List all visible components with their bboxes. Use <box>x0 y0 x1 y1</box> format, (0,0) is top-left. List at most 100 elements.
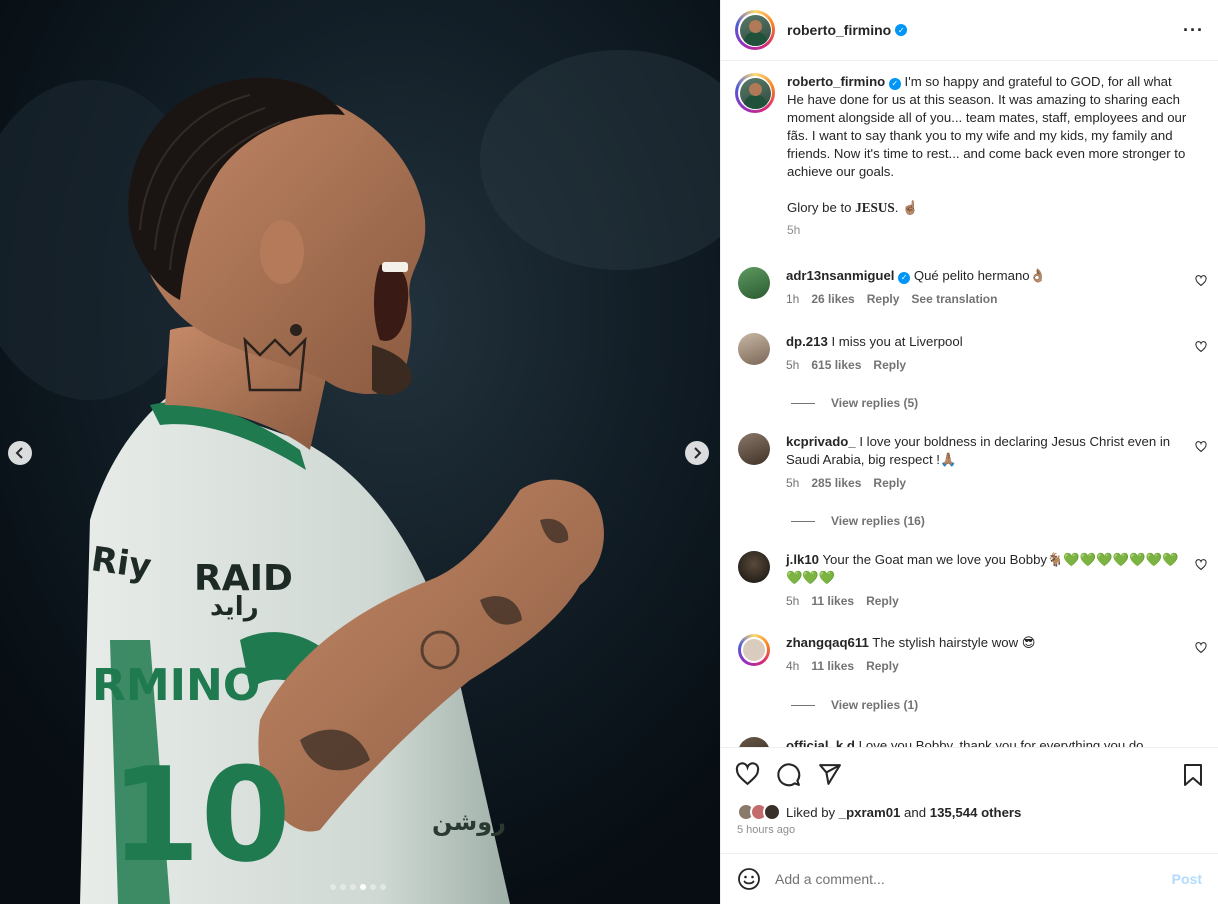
comment-likes[interactable]: 11 likes <box>811 657 854 675</box>
comment-item: zhangqaq611 The stylish hairstyle wow 😎 … <box>721 634 1218 675</box>
comment-username[interactable]: adr13nsanmiguel <box>786 268 894 283</box>
comment-bubble-icon[interactable] <box>776 762 801 787</box>
comment-likes[interactable]: 26 likes <box>811 290 854 308</box>
post-side-panel: roberto_firmino ✓ ··· roberto_firmino ✓ … <box>720 0 1218 904</box>
caption-glory-suffix: . ☝🏽 <box>894 200 919 215</box>
comment-like-heart-icon[interactable] <box>1195 441 1207 453</box>
post-actions-bar <box>721 747 1218 801</box>
caption-glory-prefix: Glory be to <box>787 200 856 215</box>
view-replies-label: View replies (16) <box>831 514 925 528</box>
jersey-number: 10 <box>110 739 291 891</box>
caption-timestamp[interactable]: 5h <box>787 221 1187 239</box>
likes-count[interactable]: 135,544 others <box>930 805 1022 820</box>
add-comment-bar: Post <box>721 853 1218 904</box>
carousel-next-button[interactable] <box>685 441 709 465</box>
carousel-dot <box>340 884 346 890</box>
comment-username[interactable]: kcprivado_ <box>786 434 856 449</box>
comment-reply-button[interactable]: Reply <box>867 290 900 308</box>
comment-text: Love you Bobby, thank you for everything… <box>858 738 1144 747</box>
comment-avatar[interactable] <box>738 634 770 666</box>
comment-avatar[interactable] <box>738 333 770 365</box>
caption-username[interactable]: roberto_firmino <box>787 74 885 89</box>
post-timestamp[interactable]: 5 hours ago <box>721 824 1218 844</box>
comment-reply-button[interactable]: Reply <box>866 657 899 675</box>
comment-text: Qué pelito hermano👌🏽 <box>913 268 1047 283</box>
author-avatar[interactable] <box>735 10 775 50</box>
carousel-dot <box>330 884 336 890</box>
comment-text: The stylish hairstyle wow 😎 <box>872 635 1036 650</box>
comment-avatar[interactable] <box>738 433 770 465</box>
carousel-prev-button[interactable] <box>8 441 32 465</box>
see-translation-button[interactable]: See translation <box>911 290 997 308</box>
post-comment-button[interactable]: Post <box>1172 871 1202 887</box>
add-comment-input[interactable] <box>775 871 1172 887</box>
comment-item: dp.213 I miss you at Liverpool 5h 615 li… <box>721 333 1218 374</box>
author-username[interactable]: roberto_firmino <box>787 22 891 38</box>
comment-time[interactable]: 5h <box>786 356 799 374</box>
more-options-icon[interactable]: ··· <box>1183 20 1204 41</box>
carousel-dot-active <box>360 884 366 890</box>
comment-time[interactable]: 1h <box>786 290 799 308</box>
likes-prefix: Liked by <box>786 804 839 820</box>
post-photo: RAID رايد Riy RMINO 10 روشن <box>0 0 720 904</box>
instagram-post-modal: RAID رايد Riy RMINO 10 روشن roberto_firm… <box>0 0 1218 904</box>
chevron-right-icon <box>694 447 702 459</box>
comment-avatar[interactable] <box>738 267 770 299</box>
view-replies-button[interactable]: View replies (1) <box>791 698 918 712</box>
liked-by-user[interactable]: _pxram01 <box>839 805 901 820</box>
comment-like-heart-icon[interactable] <box>1195 642 1207 654</box>
chevron-left-icon <box>15 447 23 459</box>
like-heart-icon[interactable] <box>735 762 760 787</box>
comment-item: j.lk10 Your the Goat man we love you Bob… <box>721 551 1218 610</box>
comment-username[interactable]: dp.213 <box>786 334 828 349</box>
comment-avatar[interactable] <box>738 551 770 583</box>
comment-time[interactable]: 4h <box>786 657 799 675</box>
post-caption: roberto_firmino ✓ I'm so happy and grate… <box>721 61 1218 239</box>
comment-time[interactable]: 5h <box>786 474 799 492</box>
comment-reply-button[interactable]: Reply <box>873 474 906 492</box>
jersey-back-name: RMINO <box>92 660 260 711</box>
comment-text: I miss you at Liverpool <box>831 334 963 349</box>
carousel-indicator <box>330 884 386 890</box>
emoji-smiley-icon[interactable] <box>737 867 761 891</box>
comment-item: kcprivado_ I love your boldness in decla… <box>721 433 1218 492</box>
comment-text: Your the Goat man we love you Bobby🐐💚💚💚💚… <box>786 552 1179 585</box>
comment-username[interactable]: official_k.d <box>786 738 855 747</box>
post-header: roberto_firmino ✓ ··· <box>721 0 1218 61</box>
comment-reply-button[interactable]: Reply <box>866 592 899 610</box>
carousel-dot <box>370 884 376 890</box>
likes-summary: Liked by _pxram01 and 135,544 others <box>721 801 1218 823</box>
view-replies-button[interactable]: View replies (16) <box>791 514 925 528</box>
jersey-sponsor-arabic: رايد <box>210 592 259 622</box>
comment-item: adr13nsanmiguel ✓ Qué pelito hermano👌🏽 1… <box>721 267 1218 308</box>
jersey-chest-arabic: روشن <box>432 808 506 836</box>
view-replies-label: View replies (5) <box>831 396 919 410</box>
comment-username[interactable]: j.lk10 <box>786 552 819 567</box>
bookmark-save-icon[interactable] <box>1182 763 1204 787</box>
verified-badge-icon: ✓ <box>895 24 908 36</box>
comment-likes[interactable]: 11 likes <box>811 592 854 610</box>
comment-item: official_k.d Love you Bobby, thank you f… <box>721 737 1218 747</box>
liker-avatars[interactable] <box>737 803 781 821</box>
post-media: RAID رايد Riy RMINO 10 روشن <box>0 0 720 904</box>
comments-scroll-area[interactable]: roberto_firmino ✓ I'm so happy and grate… <box>721 61 1218 747</box>
share-send-icon[interactable] <box>817 762 842 787</box>
carousel-dot <box>350 884 356 890</box>
comment-reply-button[interactable]: Reply <box>873 356 906 374</box>
comment-likes[interactable]: 615 likes <box>811 356 861 374</box>
comment-time[interactable]: 5h <box>786 592 799 610</box>
comment-avatar[interactable] <box>738 737 770 747</box>
view-replies-label: View replies (1) <box>831 698 919 712</box>
jersey-back-text: Riy <box>89 539 154 587</box>
caption-text: I'm so happy and grateful to GOD, for al… <box>787 74 1187 179</box>
likes-middle: and <box>900 804 930 820</box>
comment-username[interactable]: zhangqaq611 <box>786 635 869 650</box>
comment-like-heart-icon[interactable] <box>1195 275 1207 287</box>
comment-like-heart-icon[interactable] <box>1195 341 1207 353</box>
view-replies-button[interactable]: View replies (5) <box>791 396 918 410</box>
carousel-dot <box>380 884 386 890</box>
comment-like-heart-icon[interactable] <box>1195 559 1207 571</box>
caption-author-avatar[interactable] <box>735 73 775 113</box>
verified-badge-icon: ✓ <box>898 272 911 284</box>
comment-likes[interactable]: 285 likes <box>811 474 861 492</box>
